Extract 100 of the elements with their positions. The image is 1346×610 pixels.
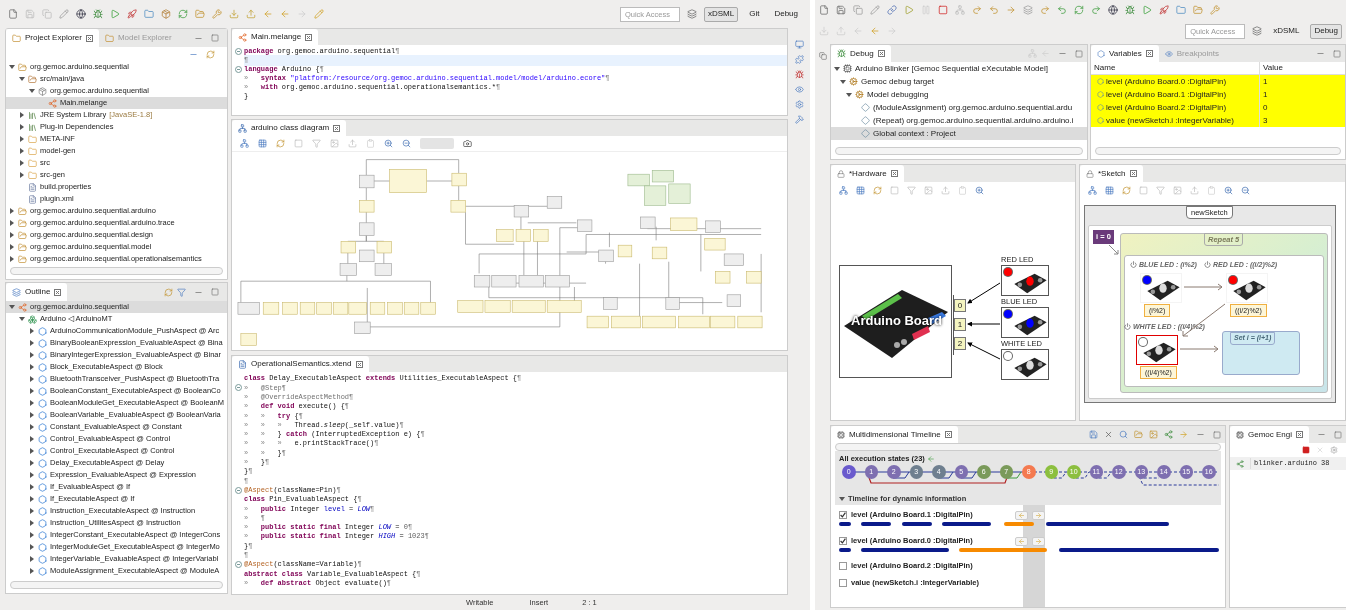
checkbox[interactable] <box>839 511 847 519</box>
arrow-right-icon[interactable] <box>1179 430 1188 439</box>
copy-icon[interactable] <box>42 9 52 19</box>
zoom-in-icon[interactable] <box>1224 186 1233 195</box>
refresh-icon[interactable] <box>1074 5 1084 15</box>
table-row[interactable]: level (Arduino Board.1 :DigitalPin) 1 <box>1091 88 1345 101</box>
arrow-right-icon[interactable] <box>1006 5 1016 15</box>
upload-icon[interactable] <box>941 186 950 195</box>
zoom-out-icon[interactable] <box>1241 186 1250 195</box>
globe-icon[interactable] <box>76 9 86 19</box>
fold-icon[interactable] <box>234 48 242 55</box>
upload-icon[interactable] <box>1190 186 1199 195</box>
perspective-button[interactable]: Git <box>745 6 764 22</box>
folder-icon[interactable] <box>144 9 154 19</box>
column-header[interactable]: Name <box>1091 62 1259 74</box>
tree-item[interactable]: (ModuleAssignment) org.gemoc.arduino.sequential.ardu <box>831 101 1087 114</box>
close-icon[interactable] <box>944 431 952 438</box>
table-row[interactable]: level (Arduino Board.2 :DigitalPin) 0 <box>1091 101 1345 114</box>
view-tab[interactable]: arduino class diagram <box>232 120 347 136</box>
tree-item[interactable]: Global context : Project <box>831 127 1087 140</box>
stop-icon[interactable] <box>938 5 948 15</box>
column-header[interactable]: Value <box>1259 62 1345 74</box>
close-icon[interactable] <box>877 50 885 57</box>
close-icon[interactable] <box>305 33 313 41</box>
download-icon[interactable] <box>229 9 239 19</box>
grid-icon[interactable] <box>856 186 865 195</box>
close-icon[interactable] <box>1104 430 1113 439</box>
network-icon[interactable] <box>839 186 848 195</box>
folder-icon[interactable] <box>195 9 205 19</box>
tree-item[interactable]: Model debugging <box>831 88 1087 101</box>
maximize-icon[interactable] <box>1075 49 1083 58</box>
close-icon[interactable] <box>85 34 93 42</box>
grid-icon[interactable] <box>258 139 267 148</box>
hammer-icon[interactable] <box>794 115 804 124</box>
rocket-icon[interactable] <box>127 9 137 19</box>
globe-icon[interactable] <box>1108 5 1118 15</box>
refresh-icon[interactable] <box>873 186 882 195</box>
horizontal-scrollbar[interactable] <box>835 443 1221 451</box>
square-icon[interactable] <box>1139 186 1148 195</box>
view-tab[interactable]: Main.melange <box>232 29 319 45</box>
close-icon[interactable] <box>54 288 62 296</box>
tree-item[interactable]: (Repeat) org.gemoc.arduino.sequential.arduino.arduino.i <box>831 114 1087 127</box>
monitor-icon[interactable] <box>794 40 804 49</box>
network-icon[interactable] <box>240 139 249 148</box>
gear-icon[interactable] <box>1330 446 1339 454</box>
view-tab[interactable]: Gemoc Engi <box>1230 426 1310 443</box>
bug-icon[interactable] <box>93 9 103 19</box>
play-icon[interactable] <box>1142 5 1152 15</box>
perspective-button[interactable]: xDSML <box>1269 23 1304 39</box>
file-icon[interactable] <box>819 5 829 15</box>
checkbox[interactable] <box>839 537 847 545</box>
image-icon[interactable] <box>924 186 933 195</box>
close-icon[interactable] <box>1129 170 1137 177</box>
eye-icon[interactable] <box>794 85 804 94</box>
square-icon[interactable] <box>890 186 899 195</box>
maximize-icon[interactable] <box>1213 430 1221 439</box>
maximize-icon[interactable] <box>211 288 219 296</box>
table-row[interactable]: level (Arduino Board.0 :DigitalPin) 1 <box>1091 75 1345 88</box>
close-icon[interactable] <box>1145 50 1153 57</box>
checkbox[interactable] <box>839 561 847 570</box>
view-tab[interactable]: *Hardware <box>831 165 904 182</box>
maximize-icon[interactable] <box>1334 430 1343 439</box>
tree-item[interactable]: Arduino Blinker [Gemoc Sequential eXecutable Model] <box>831 62 1087 75</box>
upload-icon[interactable] <box>246 9 256 19</box>
view-tab[interactable]: Debug <box>831 45 891 62</box>
view-tab[interactable]: Project Explorer <box>6 29 99 47</box>
wrench-icon[interactable] <box>212 9 222 19</box>
fold-icon[interactable] <box>234 66 242 73</box>
zoom-in-icon[interactable] <box>975 186 984 195</box>
arrow-right-icon[interactable] <box>297 9 307 19</box>
save-icon[interactable] <box>25 9 35 19</box>
share-icon[interactable] <box>1164 430 1173 439</box>
fold-icon[interactable] <box>234 384 242 392</box>
perspective-button[interactable]: Debug <box>770 6 802 22</box>
upload-icon[interactable] <box>348 139 357 148</box>
network-icon[interactable] <box>955 5 965 15</box>
folder-icon[interactable] <box>1176 5 1186 15</box>
view-tab[interactable]: *Sketch <box>1080 165 1143 182</box>
grid-icon[interactable] <box>1105 186 1114 195</box>
restore-icon[interactable] <box>818 52 827 60</box>
image-icon[interactable] <box>1173 186 1182 195</box>
search-icon[interactable] <box>1119 430 1128 439</box>
filter-icon[interactable] <box>312 139 321 148</box>
horizontal-scrollbar[interactable] <box>10 267 223 275</box>
close-icon[interactable] <box>333 124 341 132</box>
save-icon[interactable] <box>836 5 846 15</box>
close-icon[interactable] <box>890 170 898 177</box>
filter-icon[interactable] <box>907 186 916 195</box>
arrow-left-icon[interactable] <box>926 455 935 463</box>
refresh-icon[interactable] <box>276 139 285 148</box>
arrow-left-icon[interactable] <box>870 26 880 36</box>
clipboard-icon[interactable] <box>1207 186 1216 195</box>
layers-icon[interactable] <box>1023 5 1033 15</box>
layers-icon[interactable] <box>1252 26 1263 36</box>
play-icon[interactable] <box>904 5 914 15</box>
arrow-left-icon[interactable] <box>280 9 290 19</box>
refresh-icon[interactable] <box>1122 186 1131 195</box>
folder-icon[interactable] <box>1134 430 1143 439</box>
clipboard-icon[interactable] <box>366 139 375 148</box>
rocket-icon[interactable] <box>1159 5 1169 15</box>
